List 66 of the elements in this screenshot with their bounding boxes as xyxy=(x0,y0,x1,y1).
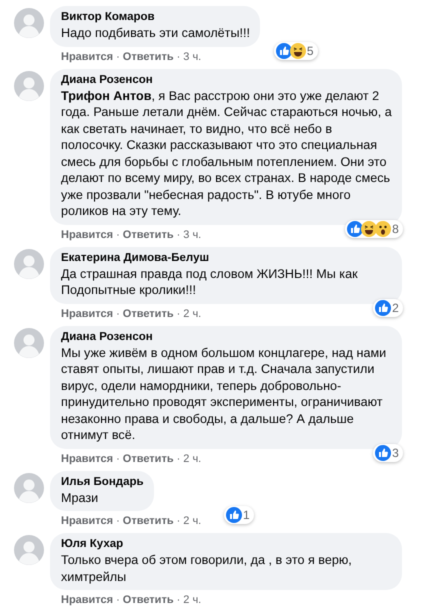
reactions-badge[interactable]: 2 xyxy=(373,298,403,316)
separator-dot: · xyxy=(116,308,120,320)
action-link[interactable]: Ответить xyxy=(122,594,174,607)
avatar[interactable] xyxy=(14,70,44,100)
action-link[interactable]: Нравится xyxy=(61,50,114,64)
reaction-count: 1 xyxy=(243,508,250,522)
avatar[interactable] xyxy=(14,248,44,278)
reaction-count: 2 xyxy=(392,300,399,314)
action-link[interactable]: Ответить xyxy=(122,452,174,466)
comment-time[interactable]: 2 ч. xyxy=(183,594,202,607)
comment-time[interactable]: 2 ч. xyxy=(183,452,202,466)
reactions-badge[interactable]: 3 xyxy=(373,444,403,462)
action-link[interactable]: Ответить xyxy=(122,515,174,528)
author-name[interactable]: Екатерина Димова-Белуш xyxy=(61,250,392,264)
separator-dot: · xyxy=(176,228,180,242)
avatar[interactable] xyxy=(14,472,44,502)
author-name[interactable]: Виктор Комаров xyxy=(61,10,250,24)
author-name[interactable]: Диана Розенсон xyxy=(61,72,392,86)
laughing-face-icon xyxy=(290,42,306,58)
reactions-badge[interactable]: 1 xyxy=(224,506,254,524)
reaction-count: 8 xyxy=(392,222,399,236)
action-link[interactable]: Нравится xyxy=(61,594,114,607)
comment-text: Да страшная правда под словом ЖИЗНЬ!!! Мы как Подопытные кролики!!! xyxy=(61,266,359,298)
action-link[interactable]: Ответить xyxy=(122,308,174,320)
like-icon xyxy=(375,444,392,460)
author-name[interactable]: Илья Бондарь xyxy=(61,474,144,488)
reactions-badge[interactable]: 5 xyxy=(274,42,318,60)
avatar[interactable] xyxy=(14,8,44,38)
author-name[interactable]: Диана Розенсон xyxy=(61,330,392,344)
like-icon xyxy=(375,300,392,316)
comment-time[interactable]: 3 ч. xyxy=(183,228,202,242)
separator-dot: · xyxy=(116,594,120,607)
laughing-face-icon xyxy=(361,220,378,236)
comment-time[interactable]: 2 ч. xyxy=(183,515,202,528)
separator-dot: · xyxy=(176,308,180,320)
comment-time[interactable]: 3 ч. xyxy=(183,50,202,64)
separator-dot: · xyxy=(116,515,120,528)
separator-dot: · xyxy=(176,50,180,64)
comment-text: Мрази xyxy=(61,490,100,506)
avatar[interactable] xyxy=(14,328,44,358)
separator-dot: · xyxy=(176,515,180,528)
like-icon xyxy=(276,42,292,58)
reaction-count: 5 xyxy=(306,44,314,58)
author-name[interactable]: Юля Кухар xyxy=(61,537,392,551)
comment-text: Мы уже живём в одном большом концлагере, над нами ставят опыты, лишают прав и т.д. Сначала запустили вирус, одели намордники, теперь добровольно-принудительно проводят эксперименты, ограничивают незаконно права и свободы, а дальше? А дальше отнимут всё. xyxy=(61,344,388,444)
comment-text: Только вчера об этом говорили, да , в это я верю, химтрейлы xyxy=(61,552,353,585)
separator-dot: · xyxy=(116,228,120,242)
comment-time[interactable]: 2 ч. xyxy=(183,308,202,320)
like-icon xyxy=(226,507,242,523)
action-link[interactable]: Ответить xyxy=(122,228,174,242)
reactions-badge[interactable]: 8 xyxy=(345,220,403,238)
separator-dot: · xyxy=(116,50,120,64)
like-icon xyxy=(347,220,364,236)
separator-dot: · xyxy=(176,452,180,466)
surprised-face-icon xyxy=(375,220,392,236)
separator-dot: · xyxy=(116,452,120,466)
reaction-count: 3 xyxy=(392,446,399,460)
comment-text: Надо подбивать эти самолёты!!! xyxy=(61,25,250,42)
avatar[interactable] xyxy=(14,535,44,565)
action-link[interactable]: Нравится xyxy=(61,515,114,528)
action-link[interactable]: Нравится xyxy=(61,308,114,320)
comment-text: Трифон Антов, я Вас расстрою они это уже делают 2 года. Раньше летали днём. Сейчас стараються ночью, а как светать начинает, то видно, что всё небо в полосочку. Сказки рассказывают что это специальная смесь для борьбы с глобальным потеплением. Они это делают по всему миру, во всех странах. В народе смесь уже прозвали "небесная радость". В ютубе много роликов на эту тему. xyxy=(61,88,392,220)
separator-dot: · xyxy=(176,594,180,607)
action-link[interactable]: Нравится xyxy=(61,228,114,242)
action-link[interactable]: Ответить xyxy=(122,50,174,64)
action-link[interactable]: Нравится xyxy=(61,452,114,466)
